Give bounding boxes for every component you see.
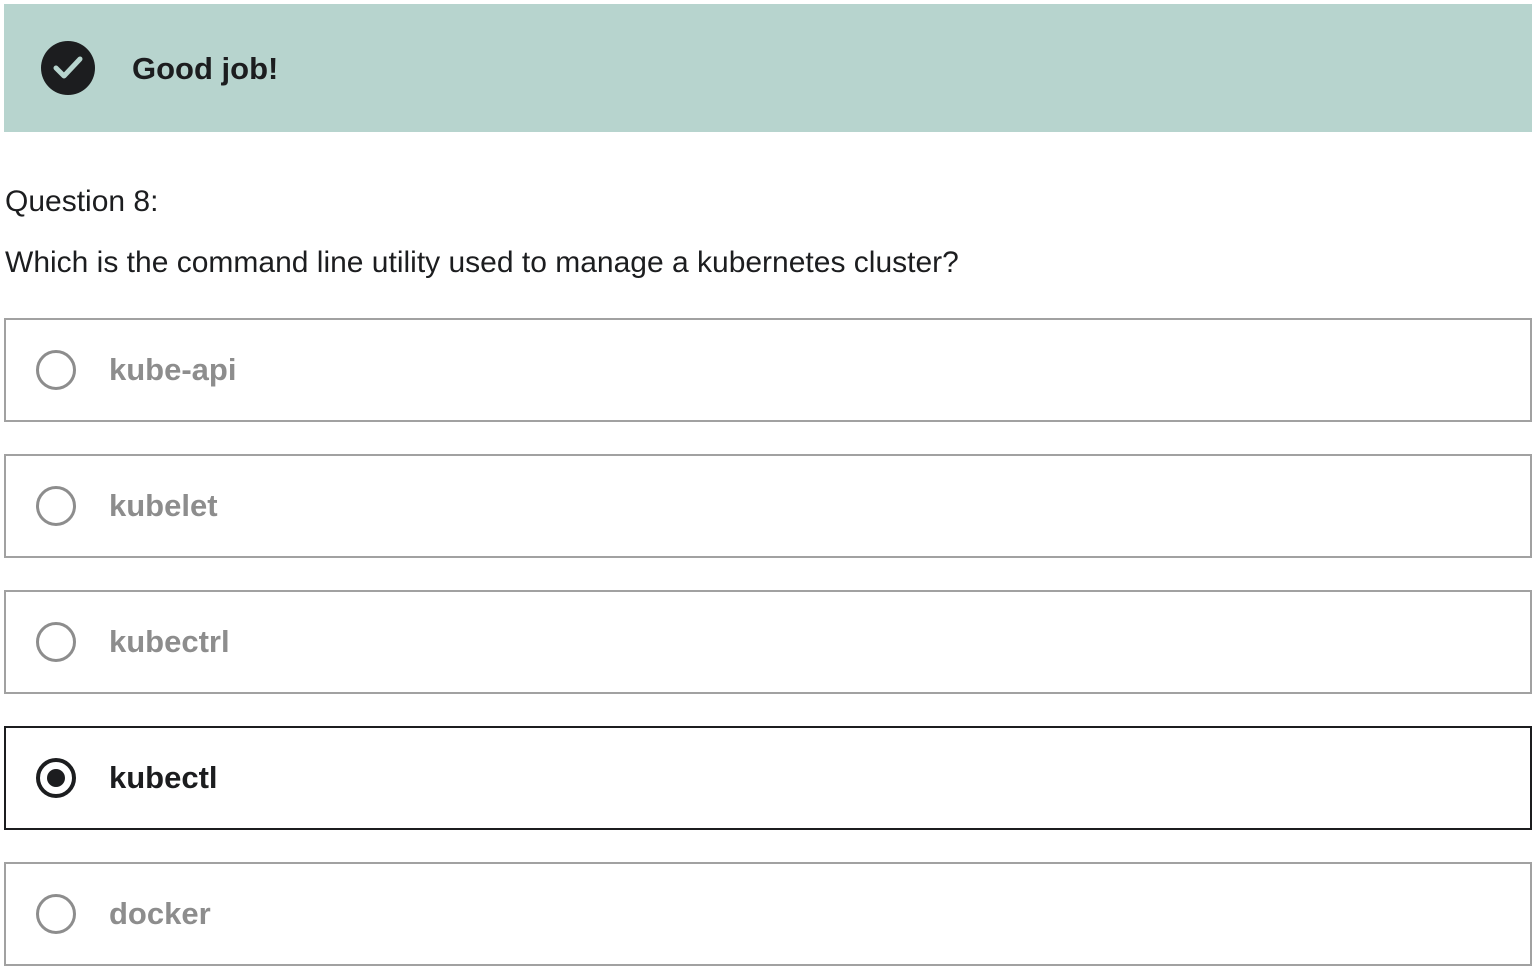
answer-option-label: kubectrl: [109, 624, 230, 659]
answer-option-docker[interactable]: docker: [4, 862, 1532, 966]
answer-option-label: docker: [109, 896, 211, 931]
answer-option-kubectrl[interactable]: kubectrl: [4, 590, 1532, 694]
radio-selected-dot: [47, 769, 65, 787]
answer-option-label: kubelet: [109, 488, 218, 523]
answer-option-label: kubectl: [109, 760, 218, 795]
banner-title: Good job!: [132, 51, 279, 86]
question-number: Question 8:: [5, 185, 159, 218]
answer-option-kubectl[interactable]: kubectl: [4, 726, 1532, 830]
answer-option-kubelet[interactable]: kubelet: [4, 454, 1532, 558]
answer-option-kube-api[interactable]: kube-api: [4, 318, 1532, 422]
radio-button[interactable]: [36, 350, 76, 390]
radio-button[interactable]: [36, 486, 76, 526]
question-text: Which is the command line utility used t…: [5, 246, 959, 279]
check-circle-icon: [41, 41, 95, 95]
radio-button-selected[interactable]: [36, 758, 76, 798]
radio-button[interactable]: [36, 894, 76, 934]
radio-button[interactable]: [36, 622, 76, 662]
result-banner: Good job!: [4, 4, 1532, 132]
answer-option-label: kube-api: [109, 352, 237, 387]
